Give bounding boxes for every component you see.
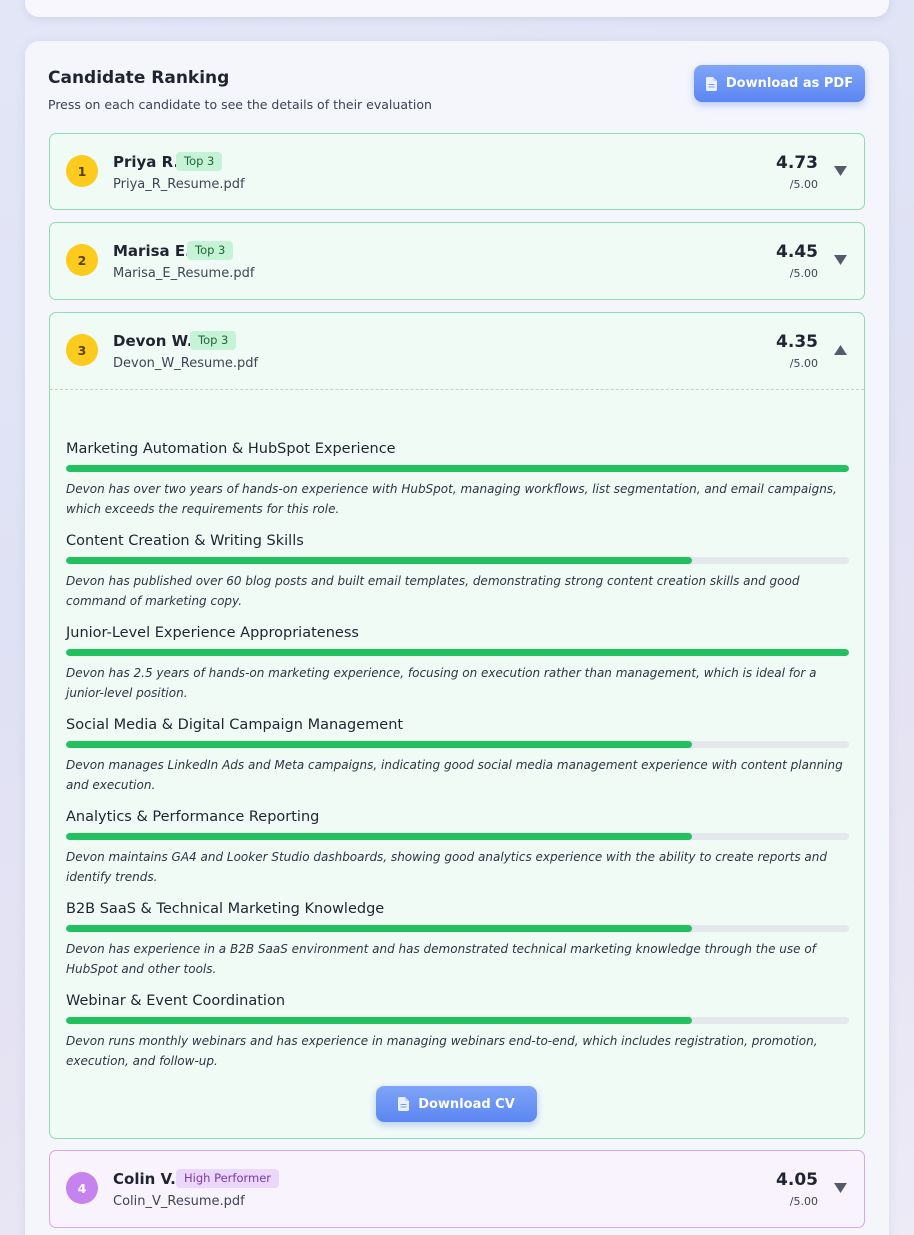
top3-badge: Top 3 <box>176 152 223 171</box>
criterion-score-bar <box>66 1017 849 1024</box>
criterion-title: B2B SaaS & Technical Marketing Knowledge <box>66 901 385 917</box>
criterion-description: Devon has experience in a B2B SaaS envir… <box>66 942 816 976</box>
criterion-title: Marketing Automation & HubSpot Experienc… <box>66 441 396 457</box>
candidate-header[interactable]: 4 Colin V. High Performer Colin_V_Resume… <box>50 1151 864 1227</box>
criterion-description: Devon has 2.5 years of hands-on marketin… <box>66 666 817 700</box>
criterion-title: Webinar & Event Coordination <box>66 993 286 1009</box>
score-max: /5.00 <box>789 178 818 191</box>
candidate-card-3[interactable]: 3 Devon W. Top 3 Devon_W_Resume.pdf 4.35… <box>49 312 865 1139</box>
criterion-title: Analytics & Performance Reporting <box>66 809 320 825</box>
rank-badge: 2 <box>66 244 98 276</box>
candidate-card-4[interactable]: 4 Colin V. High Performer Colin_V_Resume… <box>49 1150 865 1228</box>
candidate-name: Devon W. <box>113 332 193 350</box>
download-cv-button[interactable]: Download CV <box>376 1086 537 1122</box>
criterion-description: Devon has published over 60 blog posts a… <box>66 574 800 608</box>
criterion-item: Webinar & Event Coordination Devon runs … <box>66 993 849 1071</box>
chevron-down-icon[interactable] <box>834 255 847 265</box>
score-max: /5.00 <box>789 1195 818 1208</box>
criterion-score-fill <box>66 741 693 748</box>
criterion-title: Social Media & Digital Campaign Manageme… <box>66 717 404 733</box>
candidate-name: Marisa E. <box>113 242 191 260</box>
criterion-item: Social Media & Digital Campaign Manageme… <box>66 717 849 795</box>
panel-subtitle: Press on each candidate to see the detai… <box>48 97 432 112</box>
criterion-item: Marketing Automation & HubSpot Experienc… <box>66 441 849 519</box>
criterion-title: Junior-Level Experience Appropriateness <box>66 625 359 641</box>
candidate-card-1[interactable]: 1 Priya R. Top 3 Priya_R_Resume.pdf 4.73… <box>49 133 865 210</box>
candidate-header[interactable]: 1 Priya R. Top 3 Priya_R_Resume.pdf 4.73… <box>50 134 864 210</box>
criterion-item: Content Creation & Writing Skills Devon … <box>66 533 849 611</box>
evaluation-details: Marketing Automation & HubSpot Experienc… <box>50 389 864 1138</box>
candidate-card-2[interactable]: 2 Marisa E. Top 3 Marisa_E_Resume.pdf 4.… <box>49 222 865 300</box>
previous-section-card <box>25 0 889 17</box>
download-pdf-button[interactable]: Download as PDF <box>694 65 865 102</box>
candidate-ranking-panel: Candidate Ranking Press on each candidat… <box>25 41 889 1235</box>
document-icon <box>705 76 717 91</box>
download-cv-label: Download CV <box>418 1096 515 1112</box>
top3-badge: Top 3 <box>190 331 237 350</box>
criterion-description: Devon has over two years of hands-on exp… <box>66 482 837 516</box>
criterion-description: Devon maintains GA4 and Looker Studio da… <box>66 850 828 884</box>
top3-badge: Top 3 <box>187 241 234 260</box>
download-pdf-label: Download as PDF <box>725 76 854 91</box>
rank-badge: 1 <box>66 155 98 187</box>
candidate-header[interactable]: 2 Marisa E. Top 3 Marisa_E_Resume.pdf 4.… <box>50 223 864 299</box>
criterion-score-fill <box>66 649 849 656</box>
candidate-score: 4.73 <box>776 153 818 173</box>
chevron-down-icon[interactable] <box>834 166 847 176</box>
chevron-down-icon[interactable] <box>834 1183 847 1193</box>
candidate-score: 4.45 <box>776 242 818 262</box>
rank-badge: 4 <box>66 1172 98 1204</box>
criterion-item: Analytics & Performance Reporting Devon … <box>66 809 849 887</box>
criterion-score-fill <box>66 465 849 472</box>
candidate-score: 4.35 <box>776 332 818 352</box>
chevron-up-icon[interactable] <box>834 345 847 355</box>
high-performer-badge: High Performer <box>176 1169 280 1188</box>
resume-filename: Colin_V_Resume.pdf <box>113 1194 245 1209</box>
candidate-name: Colin V. <box>113 1170 176 1188</box>
document-icon <box>398 1097 410 1111</box>
criterion-item: Junior-Level Experience Appropriateness … <box>66 625 849 703</box>
criterion-score-fill <box>66 1017 693 1024</box>
panel-title: Candidate Ranking <box>48 68 230 88</box>
criterion-score-fill <box>66 833 693 840</box>
score-max: /5.00 <box>789 357 818 370</box>
criterion-score-bar <box>66 925 849 932</box>
rank-badge: 3 <box>66 334 98 366</box>
criterion-score-bar <box>66 465 849 472</box>
candidate-header[interactable]: 3 Devon W. Top 3 Devon_W_Resume.pdf 4.35… <box>50 313 864 389</box>
candidate-score: 4.05 <box>776 1170 818 1190</box>
criterion-score-bar <box>66 649 849 656</box>
criterion-score-fill <box>66 557 693 564</box>
criterion-description: Devon manages LinkedIn Ads and Meta camp… <box>66 758 843 792</box>
criterion-score-fill <box>66 925 693 932</box>
criterion-title: Content Creation & Writing Skills <box>66 533 304 549</box>
criterion-item: B2B SaaS & Technical Marketing Knowledge… <box>66 901 849 979</box>
resume-filename: Priya_R_Resume.pdf <box>113 177 245 192</box>
criterion-description: Devon runs monthly webinars and has expe… <box>66 1034 818 1068</box>
criterion-score-bar <box>66 557 849 564</box>
candidate-name: Priya R. <box>113 153 180 171</box>
resume-filename: Devon_W_Resume.pdf <box>113 356 259 371</box>
criterion-score-bar <box>66 741 849 748</box>
resume-filename: Marisa_E_Resume.pdf <box>113 266 255 281</box>
score-max: /5.00 <box>789 267 818 280</box>
criterion-score-bar <box>66 833 849 840</box>
